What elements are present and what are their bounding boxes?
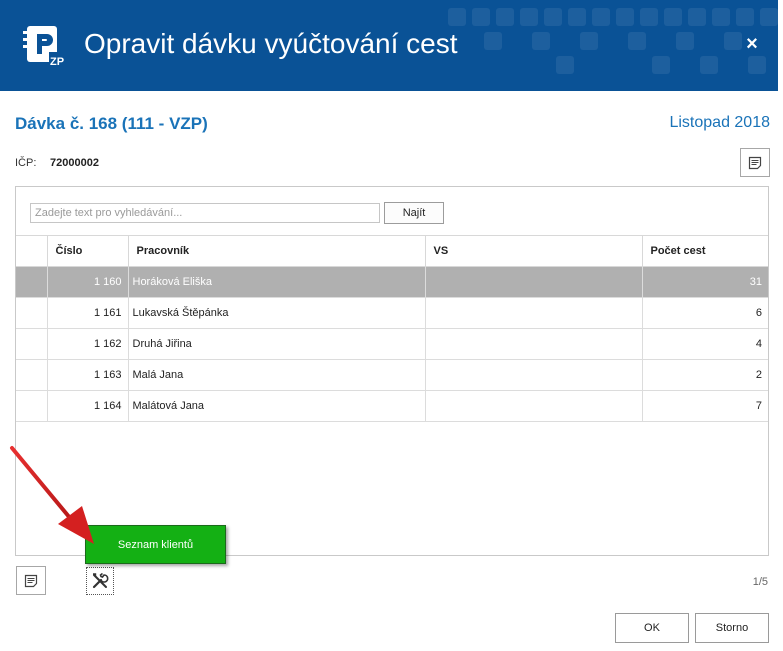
table-row[interactable]: 1 160 Horáková Eliška 31: [16, 266, 768, 298]
cell-vs: [425, 390, 643, 422]
cell-pracovnik: Horáková Eliška: [128, 266, 426, 298]
search-button[interactable]: Najít: [384, 202, 444, 224]
cell-pracovnik: Malá Jana: [128, 359, 426, 391]
cell-pracovnik: Druhá Jiřina: [128, 328, 426, 360]
table-header-row: Číslo Pracovník VS Počet cest: [16, 235, 768, 267]
table-row[interactable]: 1 161 Lukavská Štěpánka 6: [16, 297, 768, 329]
cell-vs: [425, 328, 643, 360]
cell-cislo: 1 161: [47, 297, 129, 329]
cell-vs: [425, 266, 643, 298]
column-header-vs[interactable]: VS: [425, 235, 643, 267]
tools-icon: [92, 572, 109, 589]
row-selector[interactable]: [16, 328, 48, 360]
cell-pocet-cest: 6: [642, 297, 768, 329]
column-header-pocet-cest[interactable]: Počet cest: [642, 235, 768, 267]
svg-text:ZP: ZP: [50, 56, 64, 68]
table-row[interactable]: 1 162 Druhá Jiřina 4: [16, 328, 768, 360]
row-selector[interactable]: [16, 390, 48, 422]
table-row[interactable]: 1 163 Malá Jana 2: [16, 359, 768, 391]
row-selector[interactable]: [16, 266, 48, 298]
cell-cislo: 1 162: [47, 328, 129, 360]
report-button-bottom[interactable]: [16, 566, 46, 595]
workers-grid-panel: Najít Číslo Pracovník VS Počet cest 1 16…: [15, 186, 769, 556]
batch-title: Dávka č. 168 (111 - VZP): [15, 114, 208, 133]
cell-pocet-cest: 31: [642, 266, 768, 298]
row-selector[interactable]: [16, 297, 48, 329]
close-icon[interactable]: ×: [742, 33, 762, 55]
cell-cislo: 1 163: [47, 359, 129, 391]
client-list-button[interactable]: [86, 567, 114, 595]
cell-pracovnik: Malátová Jana: [128, 390, 426, 422]
ok-button[interactable]: OK: [615, 613, 689, 643]
dialog-header: ZP Opravit dávku vyúčtování cest ×: [0, 0, 778, 91]
zp-logo-icon: ZP: [23, 26, 67, 68]
icp-value: 72000002: [50, 157, 99, 169]
search-input[interactable]: [30, 203, 380, 223]
report-icon: [748, 156, 762, 169]
cell-pocet-cest: 2: [642, 359, 768, 391]
cell-vs: [425, 297, 643, 329]
cell-pocet-cest: 4: [642, 328, 768, 360]
cell-pocet-cest: 7: [642, 390, 768, 422]
column-header-pracovnik[interactable]: Pracovník: [128, 235, 426, 267]
row-selector[interactable]: [16, 359, 48, 391]
cell-vs: [425, 359, 643, 391]
cancel-button[interactable]: Storno: [695, 613, 769, 643]
client-list-tooltip: Seznam klientů: [85, 525, 226, 564]
column-header-cislo[interactable]: Číslo: [47, 235, 129, 267]
icp-label: IČP:: [15, 157, 37, 169]
pager: 1/5: [752, 576, 768, 588]
report-button-top[interactable]: [740, 148, 770, 177]
workers-table: Číslo Pracovník VS Počet cest 1 160 Horá…: [16, 235, 768, 422]
cell-cislo: 1 164: [47, 390, 129, 422]
column-header-select: [16, 235, 48, 267]
header-pattern-decoration: [448, 8, 778, 74]
cell-pracovnik: Lukavská Štěpánka: [128, 297, 426, 329]
batch-period: Listopad 2018: [669, 114, 770, 131]
dialog-title: Opravit dávku vyúčtování cest: [84, 28, 458, 59]
report-icon: [24, 574, 38, 587]
table-row[interactable]: 1 164 Malátová Jana 7: [16, 390, 768, 422]
cell-cislo: 1 160: [47, 266, 129, 298]
